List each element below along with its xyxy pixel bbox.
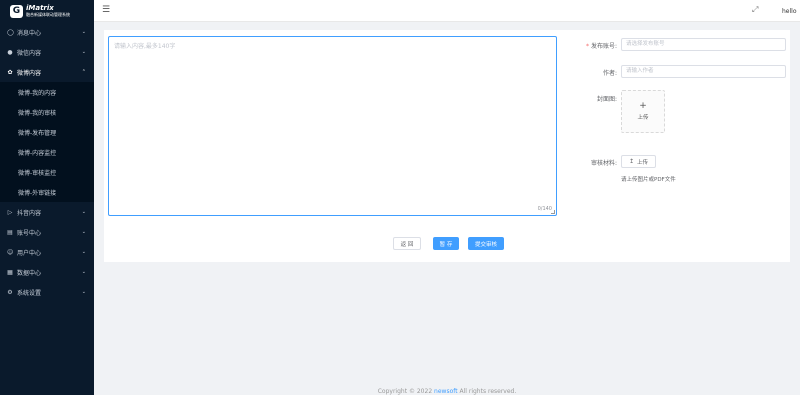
sidebar-subitem-external-review-link[interactable]: 微博-外审链接 — [0, 182, 94, 202]
plus-icon: + — [639, 101, 647, 111]
sidebar-item-user-center[interactable]: ☺ 用户中心 ⌄ — [0, 242, 94, 262]
save-draft-button[interactable]: 暂 存 — [433, 237, 459, 250]
sidebar-item-label: 账号中心 — [17, 229, 42, 237]
back-button[interactable]: 返 回 — [393, 237, 421, 250]
upload-icon: ↥ — [628, 158, 634, 165]
chevron-down-icon: ⌄ — [81, 229, 86, 235]
fullscreen-icon[interactable]: ⤢ — [752, 6, 758, 14]
sidebar-subitem-content-monitor[interactable]: 微博-内容监控 — [0, 142, 94, 162]
cover-upload-button[interactable]: + 上传 — [621, 90, 665, 133]
chevron-down-icon: ⌄ — [81, 289, 86, 295]
material-upload-button[interactable]: ↥ 上传 — [621, 155, 656, 168]
app-logo[interactable]: G iMatrix 融合新媒体联动管理系统 — [0, 0, 94, 22]
material-upload-tip: 请上传图片或PDF文件 — [621, 177, 676, 183]
sidebar-item-weibo[interactable]: ✿ 微博内容 ⌃ — [0, 62, 94, 82]
sidebar-item-label: 微博内容 — [17, 69, 42, 77]
cover-upload-label: 上传 — [637, 115, 649, 121]
user-name[interactable]: hello — [782, 8, 797, 15]
menu-fold-icon[interactable]: ☰ — [102, 6, 110, 15]
logo-mark: G — [10, 4, 23, 18]
logo-subtitle: 融合新媒体联动管理系统 — [26, 12, 70, 17]
sidebar-item-wechat[interactable]: ● 微信内容 ⌄ — [0, 42, 94, 62]
users-icon: ☺ — [7, 248, 14, 256]
chevron-down-icon: ⌄ — [81, 29, 86, 35]
sidebar-item-label: 数据中心 — [17, 269, 42, 277]
sidebar-item-account-center[interactable]: ▤ 账号中心 ⌄ — [0, 222, 94, 242]
material-upload-label: 上传 — [637, 159, 649, 166]
chart-icon: ▦ — [7, 268, 13, 276]
sidebar-subitem-review-monitor[interactable]: 微博-审核监控 — [0, 162, 94, 182]
gear-icon: ⚙ — [7, 288, 13, 296]
bell-icon: ◯ — [7, 28, 14, 36]
author-input[interactable]: 请输入作者 — [621, 65, 786, 78]
account-label: * 发布账号: — [585, 43, 617, 50]
footer-copyright: Copyright © 2022 — [377, 388, 435, 395]
document-icon: ▤ — [7, 228, 13, 236]
chevron-up-icon: ⌃ — [81, 69, 86, 75]
content-placeholder: 请输入内容,最多140字 — [114, 43, 176, 50]
top-header: ☰ ⤢ hello — [94, 0, 800, 22]
sidebar-item-message-center[interactable]: ◯ 消息中心 ⌄ — [0, 22, 94, 42]
cover-label: 封面图: — [596, 96, 617, 103]
footer-rights: All rights reserved. — [457, 388, 517, 395]
sidebar-item-douyin[interactable]: ▷ 抖音内容 ⌄ — [0, 202, 94, 222]
chevron-down-icon: ⌄ — [81, 49, 86, 55]
chevron-down-icon: ⌄ — [81, 249, 86, 255]
sidebar: G iMatrix 融合新媒体联动管理系统 ◯ 消息中心 ⌄ ● 微信内容 ⌄ … — [0, 0, 94, 395]
wechat-icon: ● — [7, 48, 13, 56]
resize-handle-icon[interactable] — [551, 210, 555, 214]
account-select[interactable]: 请选择发布账号 — [621, 38, 786, 51]
footer-company-link[interactable]: newsoft — [434, 388, 458, 395]
sidebar-subitem-my-content[interactable]: 微博-我的内容 — [0, 82, 94, 102]
video-icon: ▷ — [7, 208, 13, 216]
author-label: 作者: — [602, 70, 617, 77]
sidebar-subitem-my-review[interactable]: 微博-我的审核 — [0, 102, 94, 122]
sidebar-item-label: 消息中心 — [17, 29, 42, 37]
material-label: 审核材料: — [590, 160, 617, 167]
sidebar-item-label: 系统设置 — [17, 289, 42, 297]
sidebar-subitem-publish-management[interactable]: 微博-发布管理 — [0, 122, 94, 142]
footer: Copyright © 2022 newsoft All rights rese… — [94, 388, 800, 395]
logo-title: iMatrix — [26, 4, 54, 12]
sidebar-item-label: 抖音内容 — [17, 209, 42, 217]
chevron-down-icon: ⌄ — [81, 209, 86, 215]
weibo-submenu: 微博-我的内容 微博-我的审核 微博-发布管理 微博-内容监控 微博-审核监控 … — [0, 82, 94, 202]
sidebar-item-data-center[interactable]: ▦ 数据中心 ⌄ — [0, 262, 94, 282]
weibo-icon: ✿ — [7, 68, 13, 76]
content-textarea[interactable]: 请输入内容,最多140字 0/140 — [108, 36, 557, 216]
sidebar-item-label: 微信内容 — [17, 49, 42, 57]
weibo-editor-card: 请输入内容,最多140字 0/140 * 发布账号: 请选择发布账号 作者: 请输… — [104, 30, 790, 262]
sidebar-item-label: 用户中心 — [17, 249, 42, 257]
sidebar-item-system-settings[interactable]: ⚙ 系统设置 ⌄ — [0, 282, 94, 302]
chevron-down-icon: ⌄ — [81, 269, 86, 275]
char-counter: 0/140 — [537, 206, 552, 212]
submit-review-button[interactable]: 提交审核 — [468, 237, 504, 250]
